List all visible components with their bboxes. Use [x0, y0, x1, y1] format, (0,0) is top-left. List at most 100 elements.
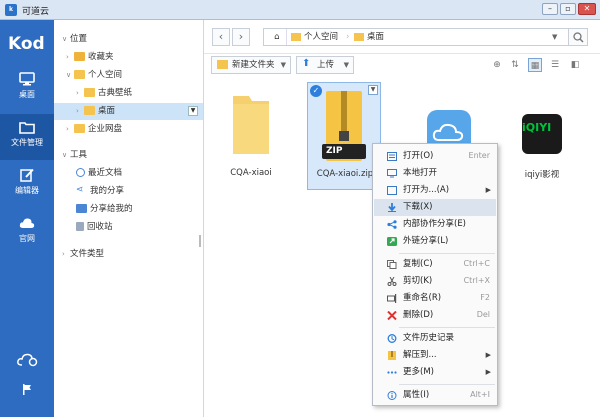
menu-separator [399, 384, 495, 385]
search-icon [572, 32, 584, 43]
tree-item-desktop[interactable]: › 桌面 ▼ [54, 103, 203, 120]
close-button[interactable]: ✕ [578, 3, 596, 15]
submenu-arrow-icon: ▶ [485, 368, 491, 376]
properties-icon [387, 391, 397, 400]
nav-desktop[interactable]: 桌面 [0, 66, 54, 112]
chevron-down-icon[interactable]: ▼ [188, 106, 198, 116]
nav-file-manager-label: 文件管理 [11, 138, 43, 147]
menu-separator [399, 253, 495, 254]
breadcrumb-personal-space[interactable]: 个人空间 [291, 29, 338, 45]
tree-item-my-share[interactable]: ⋖ 我的分享 [76, 183, 124, 200]
folder-icon [233, 96, 269, 154]
list-view-button[interactable]: ☰ [548, 58, 562, 72]
menu-item-internal-share[interactable]: 内部协作分享(E) [374, 216, 496, 233]
edit-icon [20, 168, 34, 182]
folder-icon [354, 32, 364, 41]
tree-item-personal-space[interactable]: ∨ 个人空间 [66, 67, 122, 84]
path-dropdown-button[interactable]: ▼ [552, 29, 557, 45]
zip-label: ZIP [326, 146, 343, 156]
menu-item-delete[interactable]: 删除(D) Del [374, 307, 496, 324]
back-button[interactable]: ‹ [212, 28, 230, 46]
folder-icon [84, 88, 95, 97]
share-icon: ⋖ [76, 185, 84, 195]
star-folder-icon [74, 52, 85, 61]
tree-item-recent-docs[interactable]: 最近文档 [76, 165, 122, 182]
folder-icon [84, 106, 95, 115]
tree-item-shared-with-me[interactable]: 分享给我的 [76, 201, 133, 218]
external-link-share-icon [387, 237, 397, 246]
upload-icon: ⬆ [302, 58, 311, 69]
menu-item-file-history[interactable]: 文件历史记录 [374, 330, 496, 347]
menu-item-download[interactable]: 下载(X) [374, 199, 496, 216]
selected-check-icon[interactable]: ✓ [310, 85, 322, 97]
menu-item-copy[interactable]: 复制(C) Ctrl+C [374, 256, 496, 273]
nav-website[interactable]: 官网 [0, 210, 54, 256]
upload-button[interactable]: ⬆ 上传 ▼ [296, 56, 354, 74]
menu-item-local-open[interactable]: 本地打开 [374, 165, 496, 182]
menu-item-cut[interactable]: 剪切(K) Ctrl+X [374, 273, 496, 290]
menu-item-properties[interactable]: 属性(I) Alt+I [374, 387, 496, 404]
menu-item-rename[interactable]: 重命名(R) F2 [374, 290, 496, 307]
rename-icon [387, 294, 397, 303]
file-item-iqiyi[interactable]: iQIYI iqiyi影视 [505, 82, 579, 190]
context-menu: 打开(O) Enter 本地打开 打开为...(A) ▶ 下载(X) 内部协作分享(… [372, 143, 498, 406]
submenu-arrow-icon: ▶ [485, 186, 491, 194]
menu-item-open[interactable]: 打开(O) Enter [374, 148, 496, 165]
local-open-icon [387, 169, 397, 178]
panel-resize-handle[interactable] [199, 235, 201, 247]
home-icon[interactable]: ⌂ [270, 29, 284, 45]
grid-view-button[interactable]: ▦ [528, 58, 542, 72]
cut-icon [387, 277, 397, 286]
tree-item-recycle-bin[interactable]: 回收站 [76, 219, 113, 236]
title-bar: k 可道云 – ▫ ✕ [0, 0, 600, 20]
tree-item-favorites[interactable]: › 收藏夹 [66, 49, 114, 66]
sort-icon[interactable]: ⇅ [508, 58, 522, 72]
home-folder-icon [291, 32, 301, 41]
flag-icon[interactable] [22, 384, 32, 395]
cloud-settings-icon[interactable] [17, 351, 39, 367]
nav-file-manager[interactable]: 文件管理 [0, 114, 54, 160]
menu-separator [399, 327, 495, 328]
home-folder-icon [74, 70, 85, 79]
tree-item-classic-wallpaper[interactable]: › 古典壁纸 [76, 85, 132, 102]
minimize-button[interactable]: – [542, 3, 558, 15]
nav-website-label: 官网 [19, 234, 35, 243]
breadcrumb-separator: › [346, 32, 350, 42]
menu-item-extract-to[interactable]: 解压到... ▶ [374, 347, 496, 364]
forward-button[interactable]: › [232, 28, 250, 46]
window-title: 可道云 [22, 7, 50, 17]
share-internal-icon [387, 220, 397, 229]
tree-position-header[interactable]: ∨ 位置 [62, 31, 87, 48]
left-nav: Kod 桌面 文件管理 编辑器 官网 [0, 20, 54, 417]
search-button[interactable] [568, 28, 588, 46]
chevron-down-icon[interactable]: ▼ [344, 57, 349, 73]
split-view-button[interactable]: ◧ [568, 58, 582, 72]
folder-tree: ∨ 位置 › 收藏夹 ∨ 个人空间 › 古典壁纸 › 桌面 ▼ › 企业网盘 ∨ 工具 最近文档… [54, 20, 204, 417]
cloud-icon [19, 218, 35, 228]
nav-editor[interactable]: 编辑器 [0, 162, 54, 208]
tree-tools-header[interactable]: ∨ 工具 [62, 147, 87, 164]
more-icon [387, 371, 397, 374]
menu-item-open-as[interactable]: 打开为...(A) ▶ [374, 182, 496, 199]
menu-item-more[interactable]: 更多(M) ▶ [374, 364, 496, 381]
iqiyi-logo-text: iQIYI [522, 121, 552, 134]
chevron-down-icon[interactable]: ▼ [281, 57, 286, 73]
new-folder-icon [217, 60, 228, 69]
tree-item-enterprise-disk[interactable]: › 企业网盘 [66, 121, 122, 138]
shared-icon [76, 204, 87, 213]
breadcrumb-desktop[interactable]: 桌面 [354, 29, 384, 45]
maximize-button[interactable]: ▫ [560, 3, 576, 15]
zoom-icon[interactable]: ⊕ [490, 58, 504, 72]
download-icon [388, 203, 396, 212]
history-icon [387, 334, 397, 343]
delete-icon [387, 311, 397, 320]
nav-editor-label: 编辑器 [15, 186, 39, 195]
chevron-down-icon[interactable]: ▼ [368, 85, 378, 95]
tree-item-file-type[interactable]: › 文件类型 [62, 246, 104, 263]
file-item-folder[interactable]: CQA-xiaoi [214, 82, 288, 190]
new-folder-button[interactable]: 新建文件夹 ▼ [211, 56, 291, 74]
menu-item-external-share[interactable]: 外链分享(L) [374, 233, 496, 250]
folder-icon [74, 124, 85, 133]
file-item-zip[interactable]: ZIP ✓ ▼ CQA-xiaoi.zip [307, 82, 381, 190]
extract-icon [388, 351, 396, 360]
